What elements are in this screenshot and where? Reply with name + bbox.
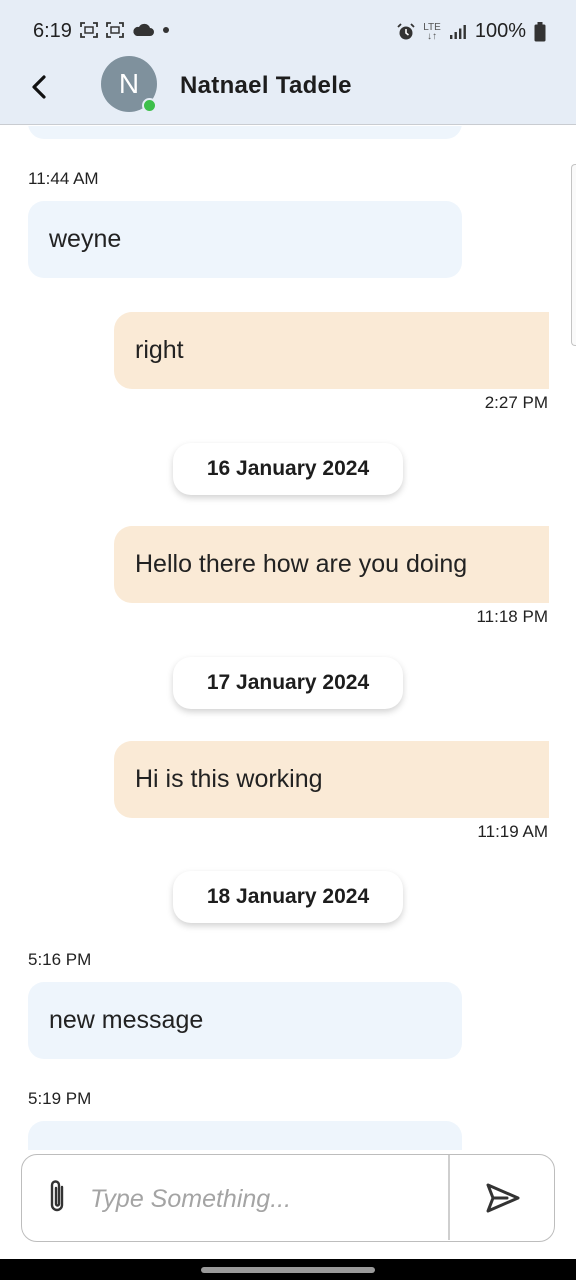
home-indicator[interactable]	[201, 1267, 375, 1273]
message-timestamp: 11:18 PM	[476, 607, 548, 626]
notification-dot-icon	[163, 27, 169, 33]
send-button[interactable]	[452, 1155, 554, 1240]
chevron-left-icon	[32, 75, 46, 99]
paperclip-icon[interactable]	[44, 1177, 70, 1217]
status-time: 6:19	[33, 20, 72, 42]
message-timestamp: 5:19 PM	[28, 1089, 92, 1108]
network-label: LTE	[423, 21, 441, 33]
message-bubble-outgoing[interactable]: right	[114, 312, 549, 389]
message-bubble-outgoing[interactable]: Hi is this working	[114, 741, 549, 818]
back-button[interactable]	[24, 72, 54, 102]
date-separator: 16 January 2024	[173, 443, 403, 495]
status-left-icons	[80, 22, 170, 38]
status-bar: 6:19 LTE ↓↑ 100%	[0, 0, 576, 64]
message-input[interactable]	[90, 1171, 442, 1227]
lte-indicator: LTE ↓↑	[423, 21, 441, 42]
message-composer	[21, 1154, 555, 1242]
online-status-indicator	[142, 98, 157, 113]
chat-header: N Natnael Tadele	[0, 56, 576, 125]
system-nav-bar	[0, 1259, 576, 1280]
date-separator: 17 January 2024	[173, 657, 403, 709]
battery-percent: 100%	[474, 20, 526, 42]
date-separator: 18 January 2024	[173, 871, 403, 923]
signal-icon	[449, 24, 466, 39]
send-icon	[486, 1183, 520, 1212]
alarm-icon	[397, 22, 415, 39]
battery-icon	[534, 21, 546, 41]
message-bubble-incoming[interactable]	[28, 1121, 462, 1150]
message-bubble-outgoing[interactable]: Hello there how are you doing	[114, 526, 549, 603]
message-bubble-incoming[interactable]: new message	[28, 982, 462, 1059]
screenshot-icon	[80, 22, 98, 38]
message-timestamp: 5:16 PM	[28, 950, 92, 969]
screenshot-icon	[106, 22, 124, 38]
scrollbar[interactable]	[571, 164, 576, 346]
message-bubble-incoming[interactable]: weyne	[28, 201, 462, 278]
message-bubble-partial	[28, 126, 462, 139]
message-timestamp: 2:27 PM	[484, 393, 548, 412]
composer-divider	[448, 1155, 450, 1240]
contact-name[interactable]: Natnael Tadele	[180, 72, 352, 100]
cloud-icon	[133, 23, 154, 36]
message-timestamp: 11:44 AM	[28, 169, 99, 188]
message-list[interactable]: 11:44 AM weyne right 2:27 PM 16 January …	[0, 126, 576, 1150]
status-right: LTE ↓↑ 100%	[397, 20, 546, 43]
message-timestamp: 11:19 AM	[477, 822, 548, 841]
